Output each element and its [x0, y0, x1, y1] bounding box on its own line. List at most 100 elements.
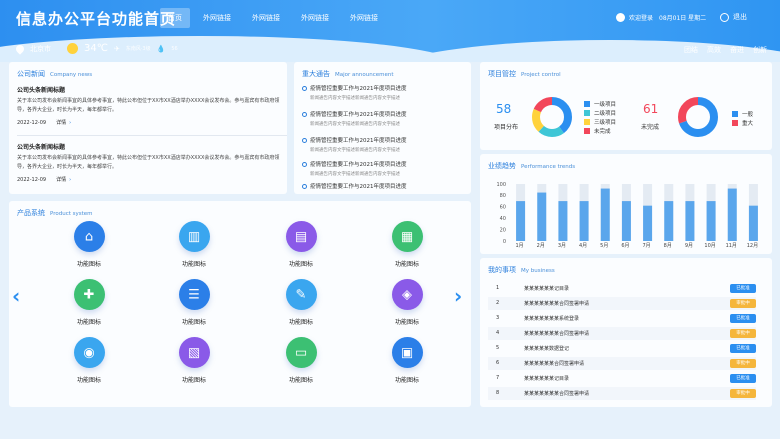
- status-badge[interactable]: 已批准: [730, 313, 756, 323]
- product-function-item[interactable]: ▣ 功能图标: [367, 337, 447, 384]
- row-text: 某某某某某某某合同签署申请: [524, 331, 590, 337]
- news-more-link[interactable]: 详情: [56, 120, 66, 126]
- bar[interactable]: [600, 188, 610, 241]
- wind-icon: ✈: [113, 44, 120, 53]
- x-tick-label: 2月: [537, 243, 545, 249]
- bar[interactable]: [748, 205, 758, 241]
- bar[interactable]: [579, 201, 589, 241]
- bar[interactable]: [685, 201, 695, 241]
- business-row[interactable]: 5 某某某某某数据登记 已批准: [488, 342, 756, 355]
- bar[interactable]: [537, 192, 547, 241]
- nav-link-3[interactable]: 外网链接: [293, 8, 337, 28]
- user-welcome-text: 欢迎登录 08月01日 星期二: [629, 15, 707, 22]
- announcement-panel: 重大通告 Major announcement 疫情管控重要工作与2021年度项目…: [294, 62, 471, 194]
- product-function-item[interactable]: ✎ 功能图标: [261, 279, 341, 326]
- product-function-item[interactable]: ▦ 功能图标: [367, 221, 447, 268]
- weather-bar: 北京市 34℃ ✈ 东南风·3级 💧 56: [14, 42, 178, 55]
- news-item[interactable]: 公司头条新闻标题 关于本公司发布会新闻事宜的具体参考事宜，特此公布但位于XX市X…: [17, 85, 287, 126]
- logout-button[interactable]: 退出: [720, 12, 747, 22]
- project-legend-item: 未完成: [584, 127, 611, 135]
- bar[interactable]: [558, 201, 568, 241]
- announce-item[interactable]: 疫情管控重要工作与2021年度项目进度 新闻通告内容文字描述新闻通告内容文字描述: [302, 136, 467, 153]
- power-icon: [720, 12, 729, 22]
- bar[interactable]: [516, 201, 526, 241]
- status-badge[interactable]: 审批中: [730, 388, 756, 398]
- business-row[interactable]: 4 某某某某某某某合同签署申请 审批中: [488, 327, 756, 340]
- product-function-item[interactable]: ▤ 功能图标: [261, 221, 341, 268]
- info-icon: [302, 184, 307, 189]
- carousel-prev-button[interactable]: ‹: [12, 284, 20, 308]
- product-function-item[interactable]: ▧ 功能图标: [154, 337, 234, 384]
- slogan-2: 高效: [707, 46, 721, 54]
- carousel-next-button[interactable]: ›: [454, 284, 462, 308]
- product-function-item[interactable]: ✚ 功能图标: [49, 279, 129, 326]
- status-badge[interactable]: 审批中: [730, 298, 756, 308]
- news-item[interactable]: 公司头条新闻标题 关于本公司发布会新闻事宜的具体参考事宜，特此公布但位于XX市X…: [17, 142, 287, 183]
- humidity-icon: 💧: [156, 44, 166, 53]
- nav-link-2[interactable]: 外网链接: [244, 8, 288, 28]
- slogan-3: 奋进: [730, 46, 744, 54]
- status-badge[interactable]: 已批准: [730, 373, 756, 383]
- news-divider: [17, 135, 287, 136]
- bar[interactable]: [664, 201, 674, 241]
- top-nav: 首页 外网链接 外网链接 外网链接 外网链接: [160, 8, 386, 28]
- business-row[interactable]: 2 某某某某某某某合同签署申请 审批中: [488, 297, 756, 310]
- calculator-icon: ▣: [391, 337, 423, 368]
- product-function-label: 功能图标: [181, 261, 206, 268]
- info-icon: [302, 162, 307, 167]
- building-icon: ▥: [178, 221, 210, 252]
- product-function-item[interactable]: ☰ 功能图标: [154, 279, 234, 326]
- company-news-panel: 公司新闻 Company news 公司头条新闻标题 关于本公司发布会新闻事宜的具…: [9, 62, 287, 194]
- y-tick-label: 0: [503, 239, 506, 245]
- product-function-item[interactable]: ▭ 功能图标: [261, 337, 341, 384]
- bar[interactable]: [706, 201, 716, 241]
- bar[interactable]: [727, 188, 737, 241]
- status-badge[interactable]: 审批中: [730, 328, 756, 338]
- news-headline: 公司头条新闻标题: [17, 87, 66, 94]
- announce-item[interactable]: 疫情管控重要工作与2021年度项目进度 新闻通告内容文字描述新闻通告内容文字描述: [302, 160, 467, 177]
- business-row[interactable]: 7 某某某某某某记目录 已批准: [488, 372, 756, 385]
- row-number: 1: [496, 285, 500, 291]
- temperature: 34℃: [84, 43, 108, 54]
- status-badge[interactable]: 已批准: [730, 283, 756, 293]
- bar[interactable]: [643, 205, 653, 241]
- nav-link-1[interactable]: 外网链接: [195, 8, 239, 28]
- row-number: 5: [496, 345, 500, 351]
- business-row[interactable]: 3 某某某某某某某系统登录 已批准: [488, 312, 756, 325]
- announce-item[interactable]: 疫情管控重要工作与2021年度项目进度 新闻通告内容文字描述新闻通告内容文字描述: [302, 110, 467, 127]
- x-tick-label: 4月: [579, 243, 587, 249]
- announce-item[interactable]: 疫情管控重要工作与2021年度项目进度: [302, 182, 467, 192]
- project-legend-item: 三级项目: [584, 118, 616, 126]
- business-row[interactable]: 8 某某某某某某某合同签署申请 审批中: [488, 387, 756, 400]
- row-number: 2: [496, 300, 500, 306]
- product-title: 产品系统 Product system: [17, 209, 93, 217]
- row-text: 某某某某某某某合同签署申请: [524, 301, 590, 307]
- database-icon: ◉: [73, 337, 105, 368]
- product-function-item[interactable]: ◉ 功能图标: [49, 337, 129, 384]
- row-text: 某某某某某数据登记: [524, 346, 570, 352]
- tools-icon: ✚: [73, 279, 105, 310]
- bar[interactable]: [621, 201, 631, 241]
- row-number: 3: [496, 315, 500, 321]
- y-tick-label: 80: [500, 193, 506, 199]
- business-row[interactable]: 1 某某某某某某记目录 已批准: [488, 282, 756, 295]
- project-legend-item: 一级项目: [584, 100, 616, 108]
- performance-bar-chart: 100 80 60 40 20 0 1月 2月 3月 4月 5月 6月 7月 8月 9月 10月 11月 12月: [496, 182, 758, 249]
- product-function-label: 功能图标: [76, 261, 101, 268]
- news-more-link[interactable]: 详情: [56, 177, 66, 183]
- product-function-item[interactable]: ⌂ 功能图标: [49, 221, 129, 268]
- product-function-label: 功能图标: [181, 377, 206, 384]
- document-icon: ▤: [285, 221, 317, 252]
- x-tick-label: 7月: [642, 243, 650, 249]
- announce-item[interactable]: 疫情管控重要工作与2021年度项目进度 新闻通告内容文字描述新闻通告内容文字描述: [302, 84, 467, 101]
- product-function-item[interactable]: ▥ 功能图标: [154, 221, 234, 268]
- nav-home[interactable]: 首页: [160, 8, 190, 28]
- status-badge[interactable]: 已批准: [730, 343, 756, 353]
- nav-link-4[interactable]: 外网链接: [342, 8, 386, 28]
- business-row[interactable]: 6 某某某某某某合同签署申请 审批中: [488, 357, 756, 370]
- user-info: 欢迎登录 08月01日 星期二: [616, 13, 706, 22]
- product-function-item[interactable]: ◈ 功能图标: [367, 279, 447, 326]
- product-function-label: 功能图标: [288, 377, 313, 384]
- x-tick-label: 11月: [726, 243, 737, 249]
- status-badge[interactable]: 审批中: [730, 358, 756, 368]
